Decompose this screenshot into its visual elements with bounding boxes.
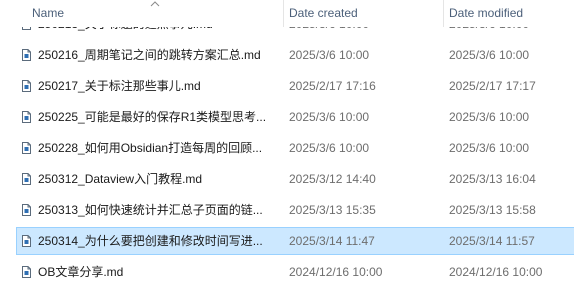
column-header-name-label: Name [32, 6, 65, 20]
column-header-date-modified-label: Date modified [449, 6, 524, 20]
file-date-modified: 2025/3/6 10:00 [449, 141, 530, 155]
file-row[interactable]: 250216_周期笔记之间的跳转方案汇总.md 2025/3/6 10:00 202… [0, 41, 574, 69]
file-date-created: 2025/3/6 10:00 [289, 141, 370, 155]
document-file-icon [22, 111, 31, 123]
document-file-icon [22, 80, 31, 92]
file-date-created: 2025/3/6 10:00 [289, 110, 370, 124]
file-row[interactable]: 250314_为什么要把创建和修改时间写进... 2025/3/14 11:47 2… [16, 227, 574, 255]
document-file-icon [22, 49, 31, 61]
file-row[interactable]: 250313_如何快速统计并汇总子页面的链... 2025/3/13 15:35 2… [0, 196, 574, 224]
file-date-modified: 2024/12/16 10:00 [449, 265, 543, 279]
column-header-bar: Name Date created Date modified [0, 0, 574, 27]
file-date-modified: 2025/2/17 17:17 [449, 79, 536, 93]
document-file-icon [22, 142, 31, 154]
file-row[interactable]: 250225_可能是最好的保存R1类模型思考... 2025/3/6 10:00 2… [0, 103, 574, 131]
file-date-modified: 2025/3/6 10:00 [449, 110, 530, 124]
file-date-created: 2024/12/16 10:00 [289, 265, 383, 279]
file-name: 250225_可能是最好的保存R1类模型思考... [38, 110, 267, 124]
column-header-date-modified[interactable]: Date modified [443, 0, 574, 27]
document-file-icon [22, 266, 31, 278]
file-name: 250313_如何快速统计并汇总子页面的链... [38, 203, 263, 217]
file-name: 250217_关于标注那些事儿.md [38, 79, 201, 93]
file-date-created: 2025/3/12 14:40 [289, 172, 376, 186]
file-name: 250314_为什么要把创建和修改时间写进... [38, 234, 263, 248]
file-row[interactable]: 250217_关于标注那些事儿.md 2025/2/17 17:16 2025/2/… [0, 72, 574, 100]
file-date-modified: 2025/3/13 15:58 [449, 203, 536, 217]
file-name: 250216_周期笔记之间的跳转方案汇总.md [38, 48, 261, 62]
file-row[interactable]: OB文章分享.md 2024/12/16 10:00 2024/12/16 10:0… [0, 258, 574, 286]
document-file-icon [22, 235, 31, 247]
file-row[interactable]: 250312_Dataview入门教程.md 2025/3/12 14:40 202… [0, 165, 574, 193]
column-header-date-created[interactable]: Date created [283, 0, 443, 27]
file-date-created: 2025/3/14 11:47 [289, 234, 375, 248]
file-name: OB文章分享.md [38, 265, 124, 279]
document-file-icon [22, 204, 31, 216]
document-file-icon [22, 173, 31, 185]
file-date-created: 2025/2/17 17:16 [289, 79, 376, 93]
file-name: 250312_Dataview入门教程.md [38, 172, 203, 186]
file-row[interactable]: 250228_如何用Obsidian打造每周的回顾... 2025/3/6 10:… [0, 134, 574, 162]
file-date-created: 2025/3/13 15:35 [289, 203, 376, 217]
file-name: 250228_如何用Obsidian打造每周的回顾... [38, 141, 263, 155]
column-header-date-created-label: Date created [289, 6, 358, 20]
file-date-created: 2025/3/6 10:00 [289, 48, 370, 62]
file-date-modified: 2025/3/13 16:04 [449, 172, 536, 186]
sort-up-arrow-icon [150, 1, 160, 7]
file-date-modified: 2025/3/14 11:57 [449, 234, 535, 248]
file-date-modified: 2025/3/6 10:00 [449, 48, 530, 62]
